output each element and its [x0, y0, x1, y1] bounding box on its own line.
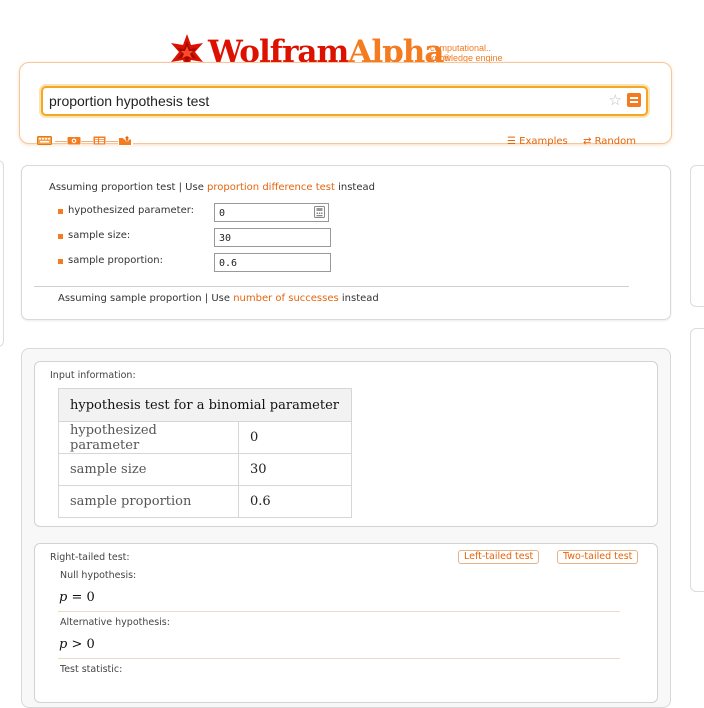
- camera-icon[interactable]: [67, 136, 81, 145]
- keyboard-icon[interactable]: [37, 136, 52, 145]
- shuffle-icon: ⇄: [583, 136, 592, 147]
- table-cell-label: sample size: [58, 453, 239, 486]
- field-value: 30: [219, 233, 232, 244]
- table-row: sample size 30: [58, 453, 352, 486]
- alternative-hypothesis-formula: p > 0: [59, 637, 95, 652]
- left-tailed-test-button[interactable]: Left-tailed test: [458, 550, 540, 564]
- number-of-successes-link[interactable]: number of successes: [233, 293, 339, 304]
- field-value: 0: [219, 208, 226, 219]
- right-side-panel-bottom: [690, 328, 704, 592]
- table-header-row: hypothesis test for a binomial parameter: [58, 388, 352, 422]
- examples-link[interactable]: ☰ Examples: [507, 136, 568, 147]
- right-side-panel-top: [690, 165, 704, 307]
- sample-size-field[interactable]: 30: [214, 228, 331, 247]
- compute-button[interactable]: [627, 93, 641, 107]
- assumption-suffix: instead: [338, 293, 379, 304]
- section-divider: [58, 611, 620, 612]
- table-cell-value: 30: [238, 453, 352, 486]
- random-label: Random: [594, 136, 636, 147]
- table-cell-value: 0: [238, 421, 352, 454]
- field-value: 0.6: [219, 258, 238, 269]
- null-hypothesis-formula: p = 0: [59, 590, 95, 605]
- search-box[interactable]: ☆: [41, 86, 648, 116]
- table-cell-label: hypothesized parameter: [58, 421, 239, 454]
- null-hypothesis-label: Null hypothesis:: [60, 570, 137, 581]
- assumption-text: Assuming proportion test | Use: [49, 182, 208, 193]
- random-link[interactable]: ⇄ Random: [583, 136, 636, 147]
- upload-folder-icon[interactable]: [118, 135, 133, 146]
- pod-title: Input information:: [50, 370, 136, 381]
- section-divider: [58, 658, 620, 659]
- table-row: sample proportion 0.6: [58, 485, 352, 518]
- assumptions-divider: [34, 286, 629, 287]
- test-statistic-label: Test statistic:: [60, 664, 123, 675]
- examples-label: Examples: [519, 136, 568, 147]
- left-side-panel: [0, 160, 4, 347]
- assumption-line-proportion: Assuming sample proportion | Use number …: [58, 293, 379, 304]
- assumption-line-test: Assuming proportion test | Use proportio…: [49, 182, 375, 193]
- table-cell-label: sample proportion: [58, 485, 239, 518]
- hypothesized-parameter-field[interactable]: 0: [214, 203, 329, 222]
- pod-title: Right-tailed test:: [50, 552, 130, 563]
- param-label-sample-proportion: sample proportion:: [68, 255, 163, 266]
- search-input[interactable]: [49, 92, 589, 110]
- tagline: computational.. knowledge engine: [430, 43, 503, 63]
- tagline-line1: computational..: [430, 43, 492, 53]
- input-information-table: hypothesis test for a binomial parameter…: [58, 388, 352, 518]
- param-label-hypothesized: hypothesized parameter:: [68, 205, 195, 216]
- param-bullet: [58, 259, 63, 264]
- calculator-icon[interactable]: [314, 206, 325, 218]
- param-bullet: [58, 234, 63, 239]
- proportion-difference-test-link[interactable]: proportion difference test: [207, 182, 335, 193]
- assumption-text: Assuming sample proportion | Use: [58, 293, 234, 304]
- list-icon: ☰: [507, 136, 516, 147]
- table-cell-value: 0.6: [238, 485, 352, 518]
- two-tailed-test-button[interactable]: Two-tailed test: [557, 550, 639, 564]
- alternative-hypothesis-label: Alternative hypothesis:: [60, 617, 170, 628]
- param-label-sample-size: sample size:: [68, 230, 131, 241]
- math-relation: = 0: [67, 590, 95, 605]
- favorite-star-icon[interactable]: ☆: [609, 91, 622, 109]
- param-bullet: [58, 209, 63, 214]
- math-relation: > 0: [67, 637, 95, 652]
- sample-proportion-field[interactable]: 0.6: [214, 253, 331, 272]
- table-row: hypothesized parameter 0: [58, 421, 352, 454]
- table-input-icon[interactable]: [93, 136, 106, 145]
- assumption-suffix: instead: [334, 182, 375, 193]
- table-header: hypothesis test for a binomial parameter: [58, 388, 352, 422]
